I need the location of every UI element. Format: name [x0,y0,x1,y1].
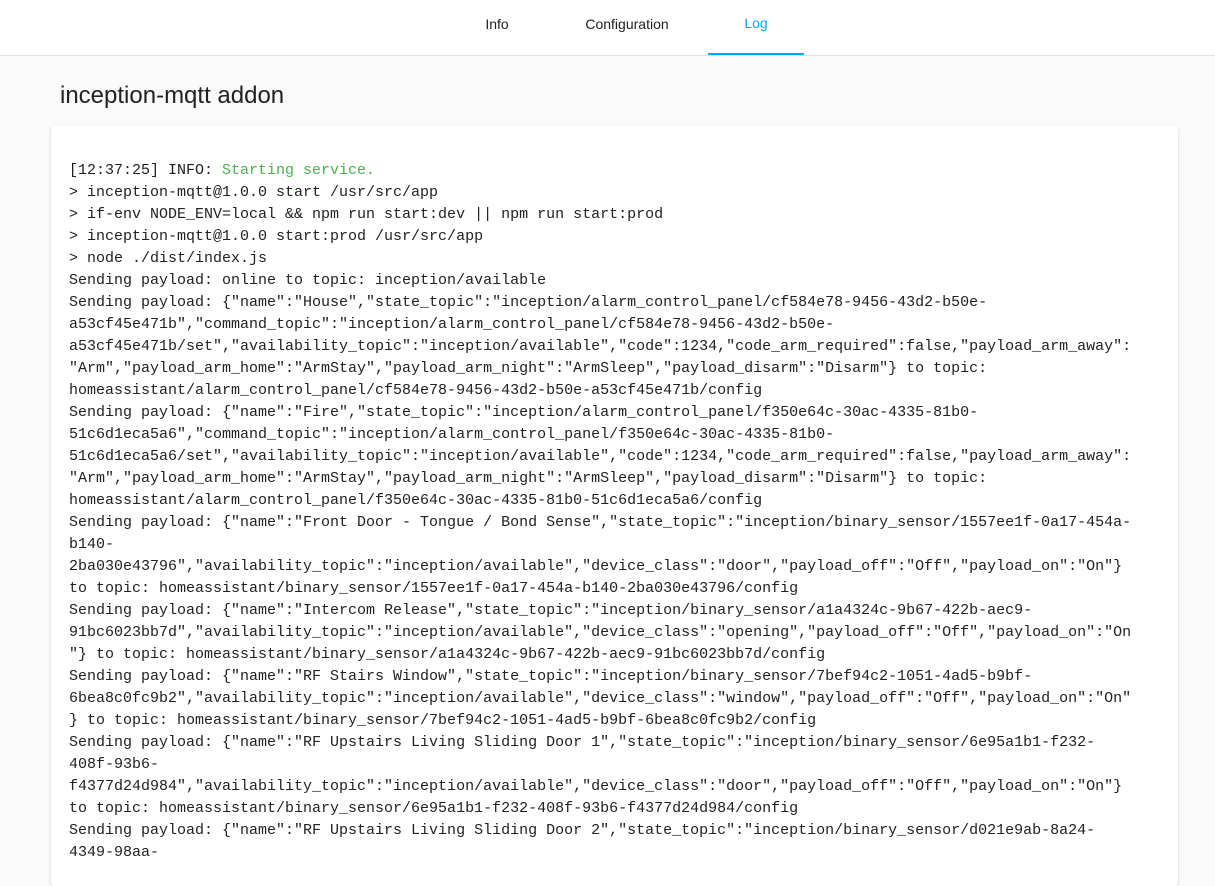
log-line: > inception-mqtt@1.0.0 start:prod /usr/s… [69,228,484,245]
log-line: 4349-98aa- [69,844,160,861]
top-tab-bar: Info Configuration Log [0,0,1215,56]
log-line: 2ba030e43796","availability_topic":"ince… [69,558,1123,575]
log-line: f4377d24d984","availability_topic":"ince… [69,778,1123,795]
log-line: Sending payload: {"name":"Intercom Relea… [69,602,1033,619]
log-lines: > inception-mqtt@1.0.0 start /usr/src/ap… [69,184,1131,861]
log-line: a53cf45e471b","command_topic":"inception… [69,316,835,333]
log-line: Sending payload: {"name":"House","state_… [69,294,988,311]
log-line: 6bea8c0fc9b2","availability_topic":"ince… [69,690,1132,707]
log-line: > node ./dist/index.js [69,250,268,267]
log-line: Sending payload: {"name":"RF Upstairs Li… [69,734,1096,751]
log-line: } to topic: homeassistant/binary_sensor/… [69,712,817,729]
log-line: homeassistant/alarm_control_panel/f350e6… [69,492,763,509]
log-line: to topic: homeassistant/binary_sensor/6e… [69,800,799,817]
log-card: [12:37:25] INFO: Starting service. > inc… [51,126,1178,886]
log-line: > inception-mqtt@1.0.0 start /usr/src/ap… [69,184,439,201]
log-line: 91bc6023bb7d","availability_topic":"ince… [69,624,1132,641]
log-line: Sending payload: {"name":"RF Upstairs Li… [69,822,1096,839]
log-line: "} to topic: homeassistant/binary_sensor… [69,646,826,663]
log-line: a53cf45e471b/set","availability_topic":"… [69,338,1132,355]
log-line: to topic: homeassistant/binary_sensor/15… [69,580,799,597]
tab-info[interactable]: Info [449,0,545,55]
log-line: b140- [69,536,115,553]
page-title: inception-mqtt addon [60,82,285,109]
log-line: Sending payload: {"name":"Fire","state_t… [69,404,979,421]
log-output: [12:37:25] INFO: Starting service. > inc… [69,160,1164,864]
log-line: homeassistant/alarm_control_panel/cf584e… [69,382,763,399]
log-line: Sending payload: {"name":"Front Door - T… [69,514,1132,531]
log-line: > if-env NODE_ENV=local && npm run start… [69,206,664,223]
log-status-text: Starting service. [222,162,376,179]
log-line: "Arm","payload_arm_home":"ArmStay","payl… [69,470,988,487]
log-line: Sending payload: online to topic: incept… [69,272,547,289]
log-line: "Arm","payload_arm_home":"ArmStay","payl… [69,360,988,377]
log-line: 51c6d1eca5a6","command_topic":"inception… [69,426,835,443]
log-timestamp-prefix: [12:37:25] INFO: [69,162,223,179]
log-line: 51c6d1eca5a6/set","availability_topic":"… [69,448,1132,465]
log-line: Sending payload: {"name":"RF Stairs Wind… [69,668,1033,685]
tab-configuration[interactable]: Configuration [563,0,691,55]
log-line: 408f-93b6- [69,756,160,773]
tab-log[interactable]: Log [708,0,804,55]
